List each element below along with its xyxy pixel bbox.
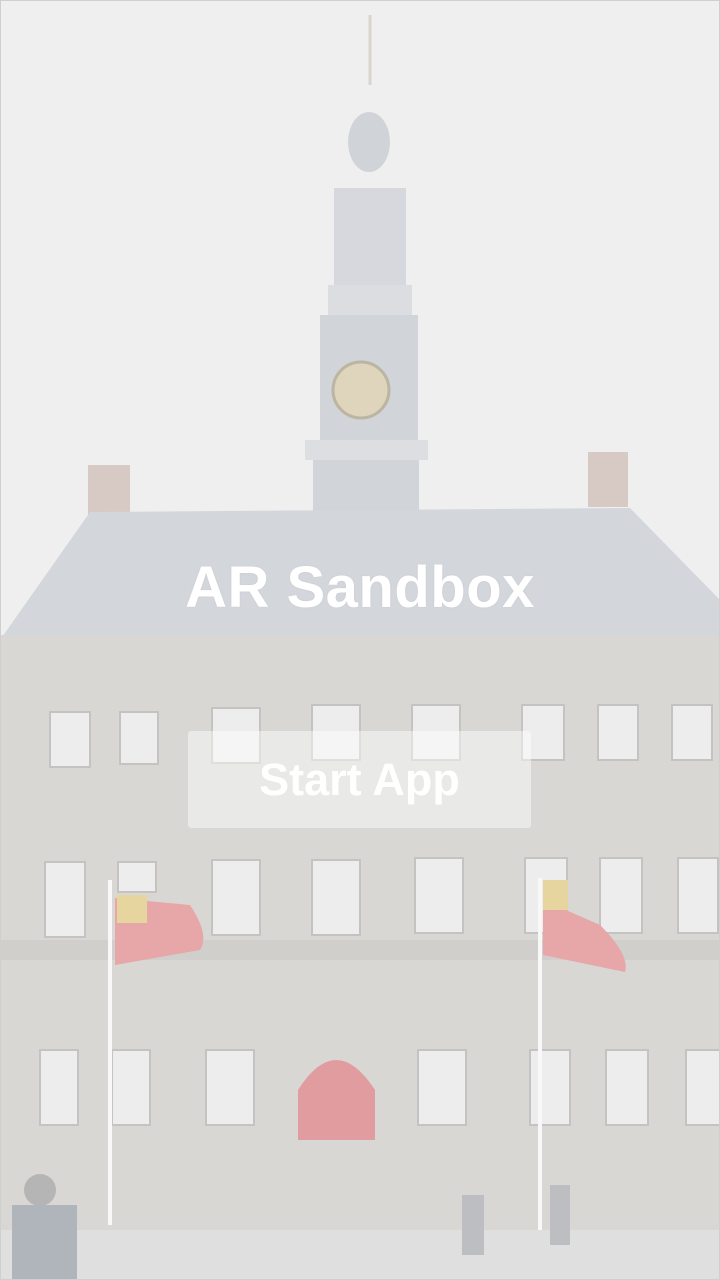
- background-image: [0, 0, 720, 1280]
- app-title: AR Sandbox: [185, 555, 535, 620]
- start-app-button[interactable]: Start App: [188, 731, 531, 828]
